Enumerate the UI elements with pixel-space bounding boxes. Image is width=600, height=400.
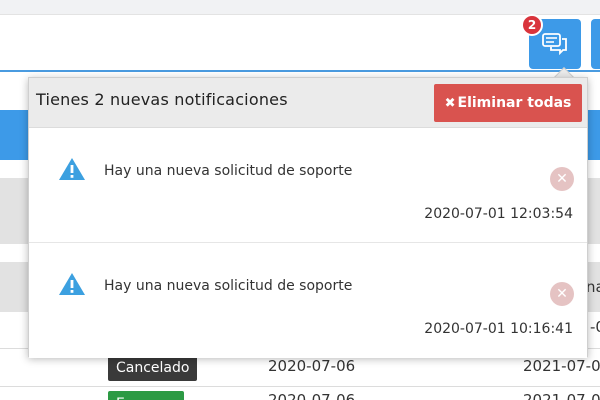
panel-header: Tienes 2 nuevas notificaciones ✖ Elimina… — [29, 78, 587, 128]
status-badge: En curso — [108, 391, 185, 400]
notification-message: Hay una nueva solicitud de soporte — [104, 163, 353, 179]
next-nav-button[interactable] — [591, 19, 600, 69]
warning-icon — [58, 157, 86, 185]
row-divider — [0, 386, 600, 387]
notification-timestamp: 2020-07-01 10:16:41 — [424, 321, 573, 337]
close-icon: ✖ — [444, 95, 456, 111]
top-strip — [0, 0, 600, 14]
clipped-cell-text: na — [586, 278, 600, 296]
notifications-panel: Tienes 2 nuevas notificaciones ✖ Elimina… — [28, 77, 588, 358]
table-cell-date-end: 2021-07-0 — [523, 391, 600, 400]
top-navbar — [0, 14, 600, 72]
notification-timestamp: 2020-07-01 12:03:54 — [424, 206, 573, 222]
table-cell-date-start: 2020-07-06 — [268, 357, 356, 375]
clear-all-button[interactable]: ✖ Eliminar todas — [434, 84, 582, 122]
notification-item[interactable]: Hay una nueva solicitud de soporte ✕ 202… — [29, 129, 587, 243]
notification-message: Hay una nueva solicitud de soporte — [104, 278, 353, 294]
status-badge: Cancelado — [108, 355, 198, 381]
notification-item[interactable]: Hay una nueva solicitud de soporte ✕ 202… — [29, 244, 587, 358]
dismiss-icon[interactable]: ✕ — [550, 282, 574, 306]
dismiss-icon[interactable]: ✕ — [550, 167, 574, 191]
table-cell-date-end: 2021-07-0 — [523, 357, 600, 375]
panel-title: Tienes 2 nuevas notificaciones — [36, 90, 288, 109]
clipped-cell-text: -0 — [590, 318, 600, 336]
warning-icon — [58, 272, 86, 300]
clear-all-label: Eliminar todas — [457, 95, 572, 111]
table-cell-date-start: 2020-07-06 — [268, 391, 356, 400]
chat-bubbles-icon — [542, 33, 568, 55]
notification-count-badge: 2 — [521, 14, 543, 36]
